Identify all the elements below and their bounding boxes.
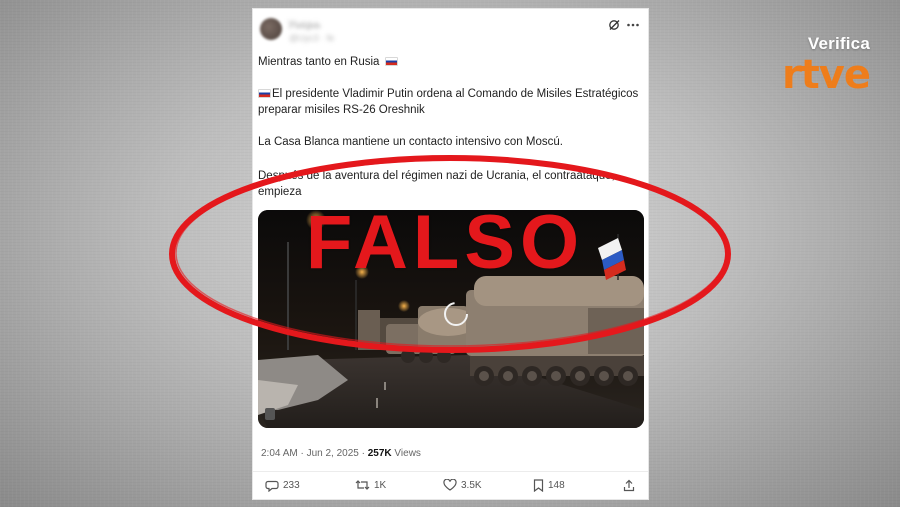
tweet-line-3: La Casa Blanca mantiene un contacto inte… — [258, 136, 563, 148]
verifica-rtve-logo: Verifica rtve — [760, 34, 871, 98]
like-button[interactable]: 3.5K — [443, 479, 482, 491]
tweet-line-1: Mientras tanto en Rusia — [258, 55, 399, 71]
like-count: 3.5K — [461, 479, 482, 491]
tweet-actions: 233 1K 3.5K 148 — [253, 476, 648, 500]
divider — [253, 471, 648, 472]
tweet-meta: 2:04 AM · Jun 2, 2025 · 257K Views — [261, 448, 421, 459]
repost-icon — [355, 480, 370, 490]
views-label: Views — [394, 448, 421, 459]
share-icon — [623, 479, 635, 492]
falso-stamp-label: FALSO — [305, 200, 585, 285]
bookmark-count: 148 — [548, 480, 565, 491]
bookmark-button[interactable]: 148 — [533, 479, 565, 492]
tweet-line-2-text: El presidente Vladimir Putin ordena al C… — [258, 88, 639, 116]
reply-icon — [265, 480, 279, 492]
tweet-timestamp[interactable]: 2:04 AM · Jun 2, 2025 · — [261, 448, 365, 459]
repost-count: 1K — [374, 479, 387, 491]
russia-flag-icon — [384, 57, 398, 66]
repost-button[interactable]: 1K — [355, 479, 386, 491]
header-actions — [608, 19, 640, 31]
more-horizontal-icon[interactable] — [626, 19, 640, 31]
tweet-line-1-text: Mientras tanto en Rusia — [258, 56, 380, 68]
reply-button[interactable]: 233 — [265, 479, 300, 492]
author-name[interactable]: Уыцьь — [288, 19, 321, 31]
brand-rtve-text: rtve — [781, 52, 871, 98]
views-count: 257K — [367, 448, 392, 459]
tweet-line-2: El presidente Vladimir Putin ordena al C… — [258, 87, 643, 118]
avatar[interactable] — [260, 18, 282, 40]
tweet-line-4: Después de la aventura del régimen nazi … — [258, 170, 615, 198]
video-control-icon[interactable] — [265, 408, 275, 420]
author-handle: @Uyc3 · fe — [289, 33, 335, 43]
russia-flag-icon — [258, 89, 271, 98]
reply-count: 233 — [283, 480, 300, 491]
share-button[interactable] — [623, 479, 635, 492]
heart-icon — [443, 479, 457, 491]
brand-verifica-text: Verifica — [807, 34, 870, 53]
bookmark-icon — [533, 479, 544, 492]
grok-icon[interactable] — [608, 19, 620, 31]
tweet-header: Уыцьь @Uyc3 · fe — [253, 9, 648, 53]
